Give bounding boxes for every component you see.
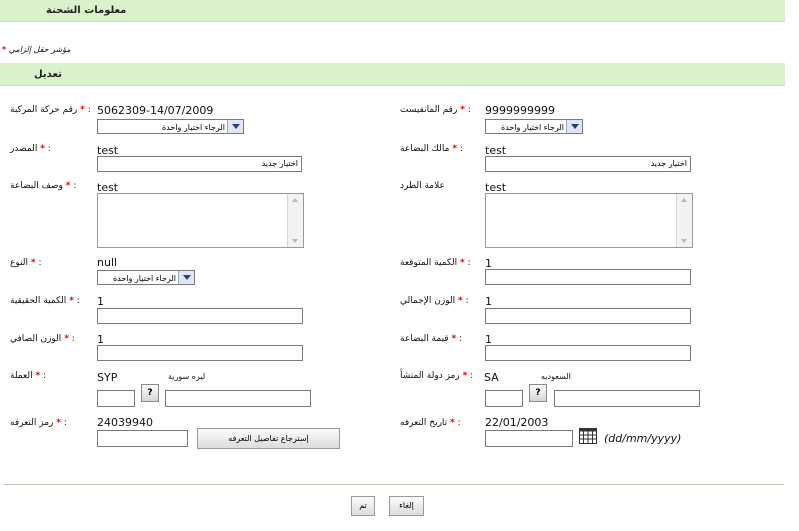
chevron-down-icon (178, 271, 194, 284)
type-select[interactable]: الرجاء اختيار واحدة (97, 270, 195, 285)
origin-country-code-input[interactable] (485, 390, 523, 407)
ok-button[interactable]: تم (351, 496, 375, 516)
currency-code-input[interactable] (97, 390, 135, 407)
type-value: null (97, 256, 118, 269)
expected-qty-label: الكمية المتوقعة * : (400, 258, 471, 268)
chevron-down-icon (566, 120, 582, 133)
origin-country-name-value: السعوديه (541, 372, 571, 381)
package-mark-label: علامة الطرد (400, 181, 445, 191)
cancel-button[interactable]: إلغاء (389, 496, 424, 516)
header-title: معلومات الشحنة (46, 5, 127, 16)
currency-code-value: SYP (97, 371, 118, 384)
exporter-label: المصدر * : (10, 144, 51, 154)
exporter-new-button[interactable]: اختيار جديد (97, 156, 302, 172)
origin-country-name-input[interactable] (554, 390, 700, 407)
net-weight-input[interactable] (97, 345, 303, 361)
origin-country-lookup-button[interactable]: ? (529, 384, 547, 402)
date-format-hint: (dd/mm/yyyy) (604, 432, 682, 445)
tariff-date-value: 22/01/2003 (485, 416, 549, 429)
net-weight-label: الوزن الصافي * : (10, 334, 75, 344)
tariff-code-value: 24039940 (97, 416, 153, 429)
origin-country-code-value: SA (484, 371, 499, 384)
movement-no-label: رقم حركة المركبة * : (10, 105, 91, 115)
shipment-info-header: معلومات الشحنة (0, 0, 785, 22)
expected-qty-input[interactable] (485, 269, 691, 285)
goods-owner-new-button[interactable]: اختيار جديد (485, 156, 691, 172)
gross-weight-value: 1 (485, 295, 492, 308)
manifest-no-value: 9999999999 (485, 104, 555, 117)
tariff-code-label: رمز التعرفه * : (10, 418, 67, 428)
goods-desc-textarea[interactable] (97, 193, 304, 248)
footer-divider (4, 484, 784, 485)
gross-weight-label: الوزن الإجمالي * : (400, 296, 469, 306)
chevron-down-icon (227, 120, 243, 133)
edit-section-header: تعديل (0, 63, 785, 86)
package-mark-textarea[interactable] (485, 193, 693, 248)
movement-no-select[interactable]: الرجاء اختيار واحدة (97, 119, 244, 134)
currency-label: العملة * : (10, 371, 47, 381)
calendar-icon[interactable] (579, 428, 597, 444)
gross-weight-input[interactable] (485, 308, 691, 324)
actual-qty-value: 1 (97, 295, 104, 308)
retrieve-tariff-button[interactable]: إسترجاع تفاصيل التعرفه (197, 428, 340, 449)
mandatory-note: * مؤشر حقل إلزامي (2, 45, 71, 54)
manifest-no-label: رقم المانفيست * : (400, 105, 471, 115)
manifest-no-select[interactable]: الرجاء اختيار واحدة (485, 119, 583, 134)
movement-no-value: 5062309-14/07/2009 (97, 104, 214, 117)
section-title: تعديل (34, 69, 62, 80)
tariff-code-input[interactable] (97, 430, 188, 447)
scrollbar[interactable] (676, 194, 692, 247)
goods-value-input[interactable] (485, 345, 691, 361)
tariff-date-input[interactable] (485, 430, 573, 447)
actual-qty-input[interactable] (97, 308, 303, 324)
type-label: النوع * : (10, 258, 42, 268)
scrollbar[interactable] (287, 194, 303, 247)
goods-desc-label: وصف البضاعة * : (10, 181, 77, 191)
goods-owner-label: مالك البضاعة * : (400, 144, 463, 154)
goods-value-label: قيمة البضاعة * : (400, 334, 463, 344)
currency-name-value: ليره سورية (168, 372, 206, 381)
tariff-date-label: تاريخ التعرفه * : (400, 418, 461, 428)
actual-qty-label: الكمية الحقيقية * : (10, 296, 80, 306)
currency-name-input[interactable] (165, 390, 311, 407)
origin-country-label: رمز دولة المنشأ * : (400, 371, 474, 381)
currency-lookup-button[interactable]: ? (141, 384, 159, 402)
